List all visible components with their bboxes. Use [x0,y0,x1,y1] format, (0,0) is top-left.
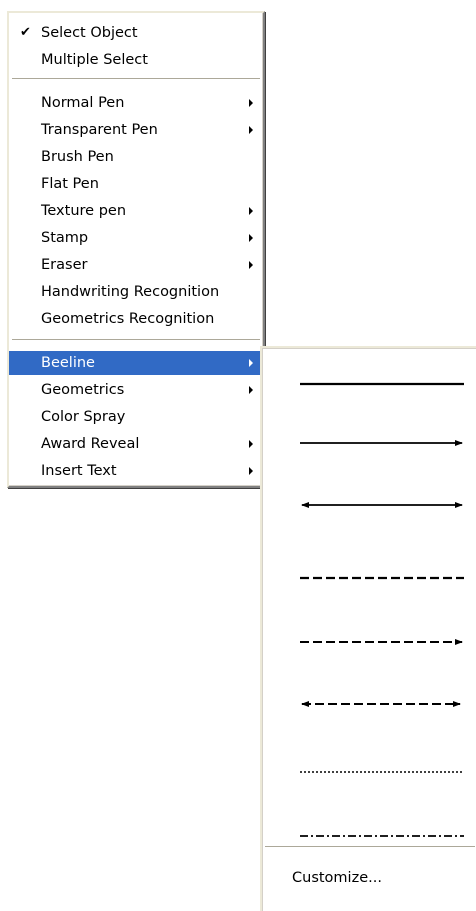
menu-item-eraser[interactable]: Eraser [9,253,263,277]
menu-item-label: Select Object [41,25,138,41]
menu-item-handwriting-recognition[interactable]: Handwriting Recognition [9,280,263,304]
menu-item-label: Multiple Select [41,52,148,68]
menu-item-label: Brush Pen [41,149,114,165]
menu-item-multiple-select[interactable]: Multiple Select [9,48,263,72]
menu-separator [12,78,260,80]
menu-item-label: Texture pen [41,203,127,219]
line-style-dash-dot[interactable] [266,818,472,846]
menu-item-award-reveal[interactable]: Award Reveal [9,432,263,456]
menu-item-label: Geometrics Recognition [41,311,215,327]
chevron-right-icon [249,386,253,394]
menu-item-label: Color Spray [41,409,126,425]
menu-item-label: Transparent Pen [41,122,158,138]
line-style-dashed-double-arrow[interactable] [266,686,472,722]
chevron-right-icon [249,261,253,269]
menu-item-transparent-pen[interactable]: Transparent Pen [9,118,263,142]
menu-item-beeline[interactable]: Beeline [9,351,263,375]
line-style-dashed[interactable] [266,560,472,596]
menu-item-label: Insert Text [41,463,117,479]
customize-label: Customize... [292,870,382,886]
menu-item-brush-pen[interactable]: Brush Pen [9,145,263,169]
menu-item-label: Award Reveal [41,436,140,452]
line-style-dashed-arrow[interactable] [266,624,472,660]
menu-item-flat-pen[interactable]: Flat Pen [9,172,263,196]
menu-item-label: Handwriting Recognition [41,284,220,300]
chevron-right-icon [249,207,253,215]
menu-item-select-object[interactable]: ✔ Select Object [9,21,263,45]
chevron-right-icon [249,359,253,367]
line-style-solid[interactable] [266,366,472,402]
menu-item-stamp[interactable]: Stamp [9,226,263,250]
menu-item-texture-pen[interactable]: Texture pen [9,199,263,223]
menu-item-insert-text[interactable]: Insert Text [9,459,263,483]
menu-item-label: Eraser [41,257,88,273]
chevron-right-icon [249,467,253,475]
chevron-right-icon [249,440,253,448]
check-icon: ✔ [20,25,31,40]
menu-item-color-spray[interactable]: Color Spray [9,405,263,429]
menu-item-label: Normal Pen [41,95,125,111]
menu-item-label: Flat Pen [41,176,99,192]
line-style-solid-double-arrow[interactable] [266,488,472,524]
menu-separator [12,339,260,341]
context-menu: ✔ Select Object Multiple Select Normal P… [7,11,265,488]
chevron-right-icon [249,126,253,134]
menu-item-label: Stamp [41,230,89,246]
menu-item-normal-pen[interactable]: Normal Pen [9,91,263,115]
menu-item-label: Geometrics [41,382,125,398]
line-style-dotted[interactable] [266,754,472,790]
customize-menu-item[interactable]: Customize... [292,866,382,890]
line-style-list [266,366,472,846]
line-style-solid-arrow[interactable] [266,426,472,462]
beeline-submenu: Customize... [260,346,476,911]
submenu-separator [265,846,475,848]
menu-item-geometrics-recognition[interactable]: Geometrics Recognition [9,307,263,331]
menu-item-label: Beeline [41,355,95,371]
chevron-right-icon [249,234,253,242]
menu-item-geometrics[interactable]: Geometrics [9,378,263,402]
chevron-right-icon [249,99,253,107]
